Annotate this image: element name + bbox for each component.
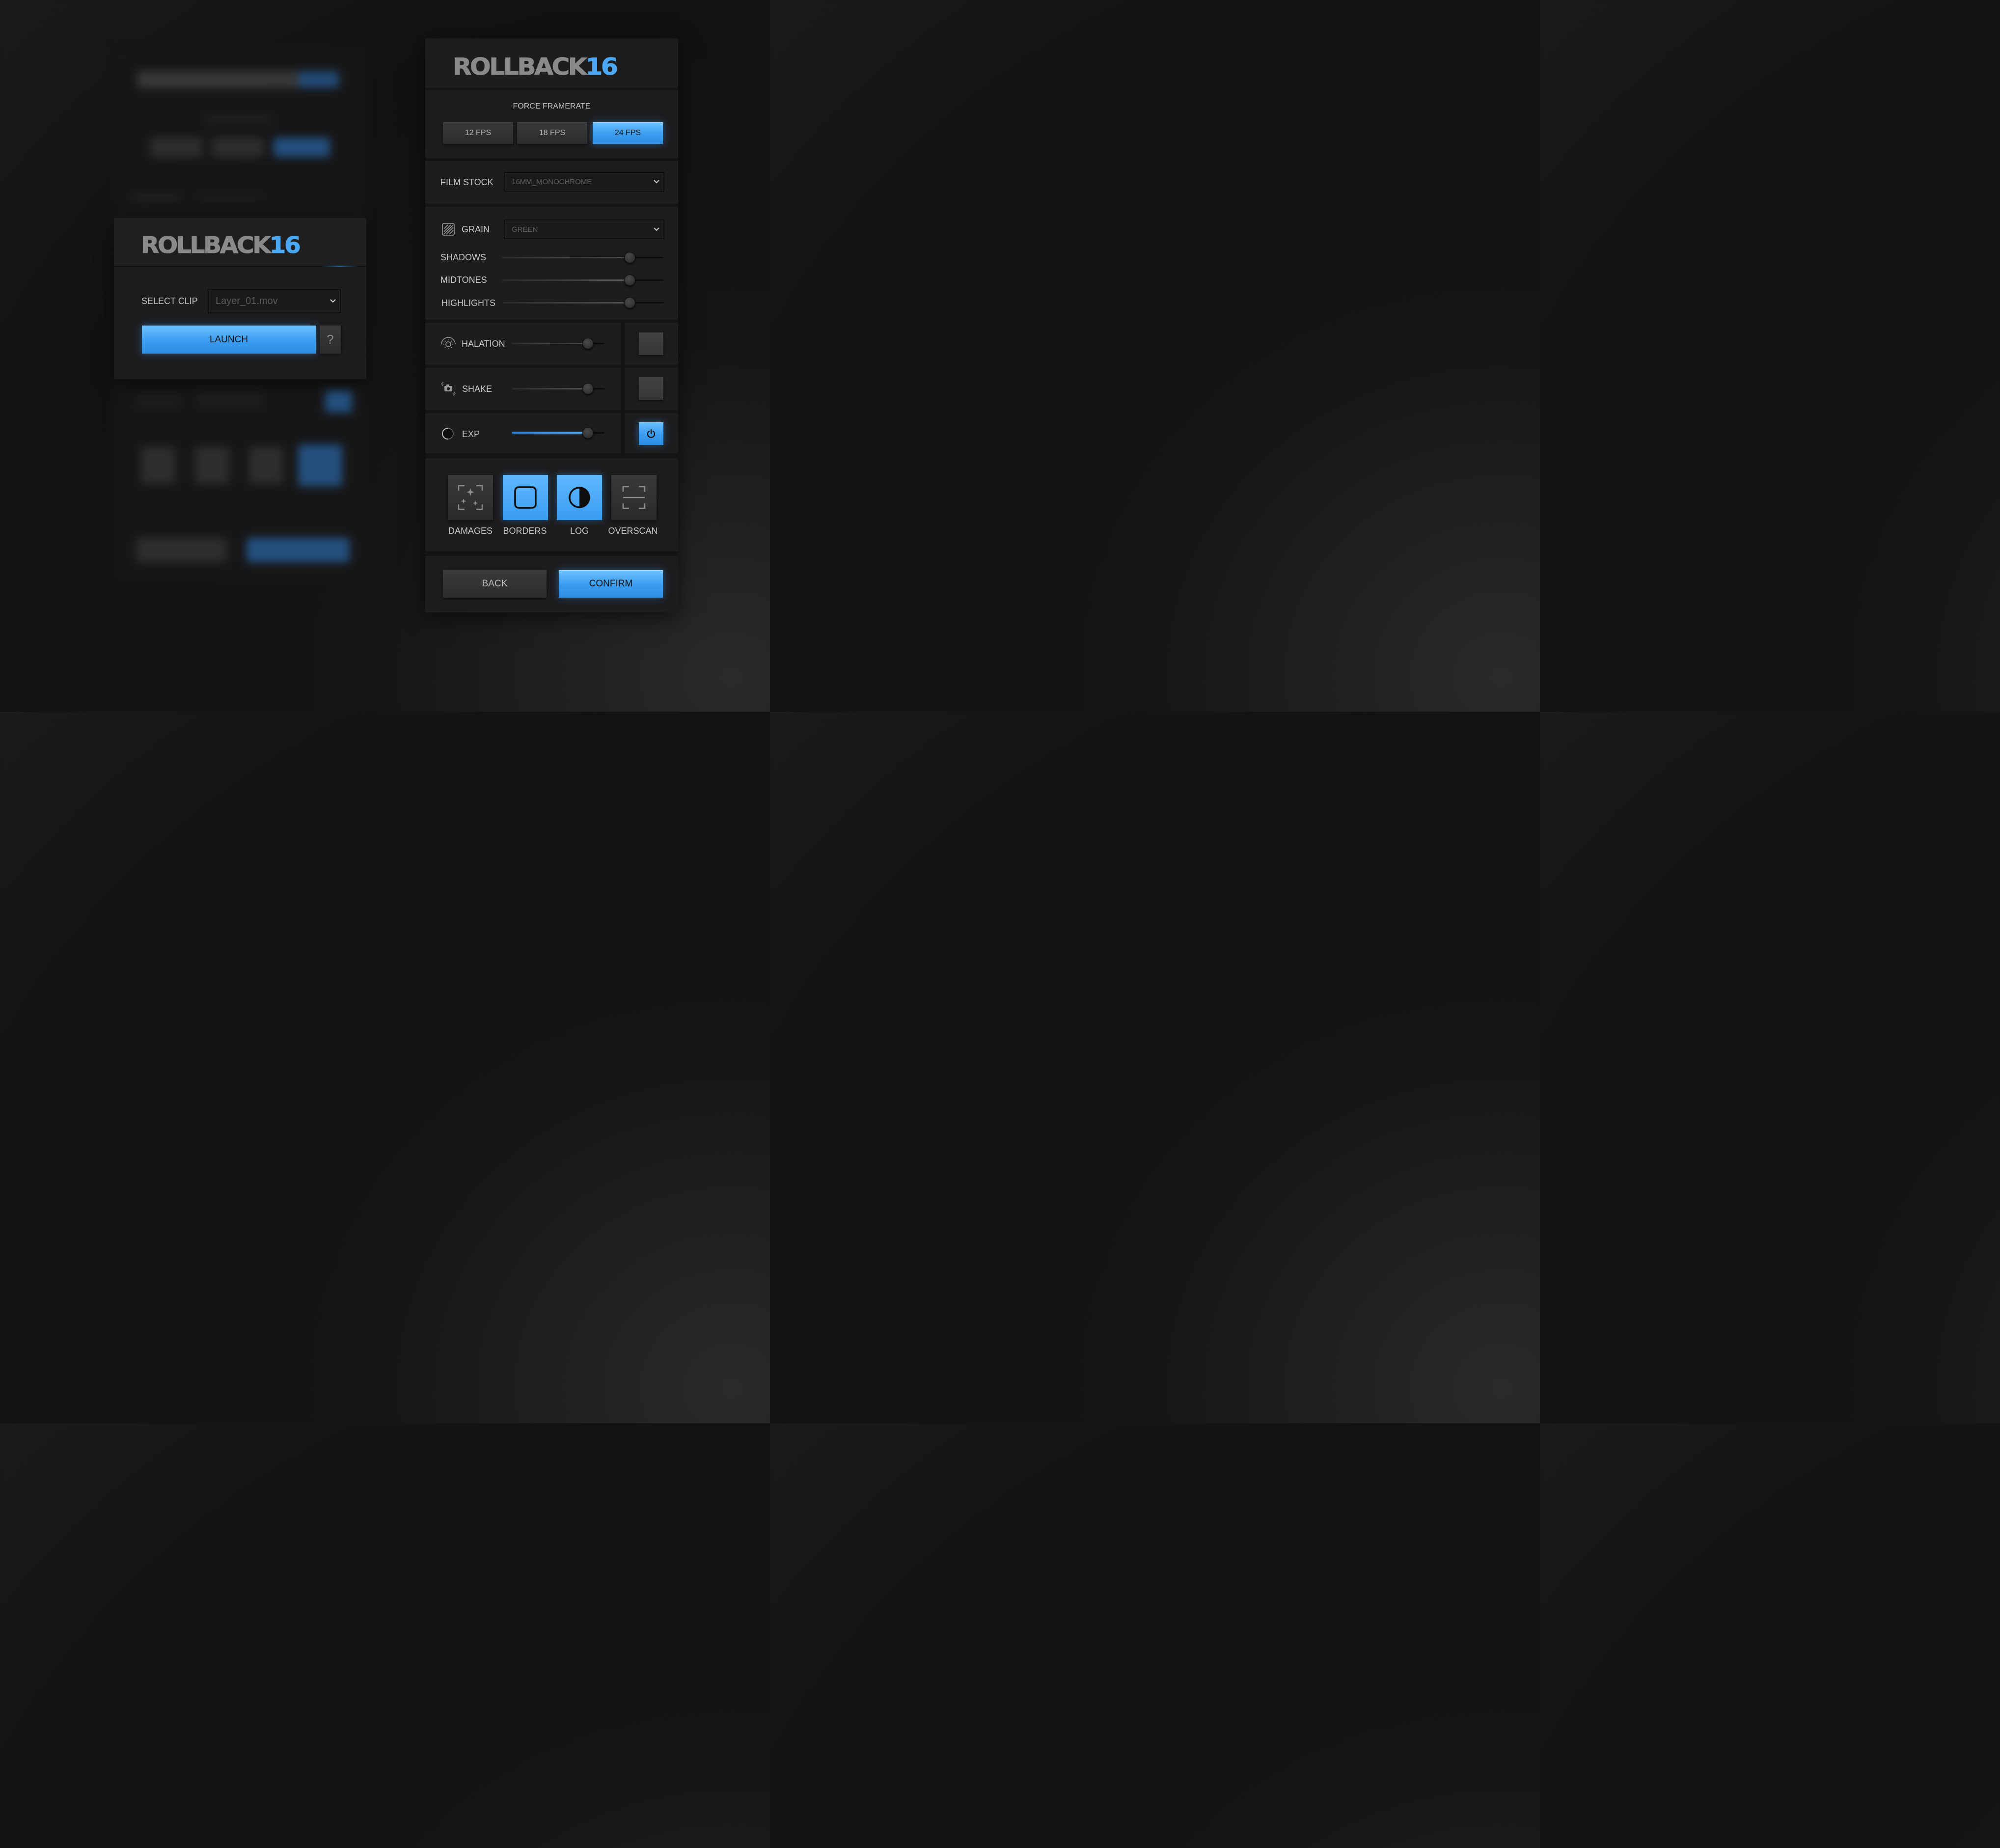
logo-number: 16 <box>269 232 301 259</box>
slider-knob[interactable] <box>582 427 594 439</box>
halation-slider[interactable] <box>512 338 604 349</box>
clip-select-value: Layer_01.mov <box>216 295 278 306</box>
logo: ROLLBACK16 <box>140 232 301 259</box>
grain-label: GRAIN <box>462 224 490 234</box>
midtones-label: MIDTONES <box>440 275 487 285</box>
shake-row: SHAKE <box>425 368 621 410</box>
halation-row: HALATION <box>425 323 621 365</box>
grain-section: GRAIN GREEN SHADOWS MIDTONES HIGHLIGHTS <box>425 207 678 320</box>
camera-shake-icon <box>441 382 456 396</box>
borders-label: BORDERS <box>503 526 547 536</box>
log-label: LOG <box>570 526 589 536</box>
logo-text: ROLLBACK <box>140 232 271 259</box>
exp-toggle-cell <box>625 413 678 453</box>
shake-label: SHAKE <box>462 384 493 394</box>
exposure-icon <box>442 428 454 440</box>
fps-24-button[interactable]: 24 FPS <box>593 122 663 144</box>
back-button[interactable]: BACK <box>443 570 547 598</box>
overscan-label: OVERSCAN <box>608 526 658 536</box>
film-stock-value: 16MM_MONOCHROME <box>512 177 592 186</box>
borders-icon <box>514 486 537 509</box>
borders-button[interactable] <box>503 475 548 520</box>
film-stock-select[interactable]: 16MM_MONOCHROME <box>504 172 664 192</box>
halation-toggle[interactable] <box>639 332 663 355</box>
highlights-label: HIGHLIGHTS <box>441 298 496 308</box>
toggles-section: DAMAGES BORDERS LOG OVERSCAN <box>425 458 678 551</box>
slider-knob[interactable] <box>582 383 594 394</box>
launcher-panel: ROLLBACK16 SELECT CLIP Layer_01.mov LAUN… <box>114 218 366 379</box>
halation-toggle-cell <box>625 323 678 365</box>
settings-panel: ROLLBACK16 FORCE FRAMERATE 12 FPS 18 FPS… <box>425 38 678 612</box>
confirm-button[interactable]: CONFIRM <box>559 570 663 598</box>
launcher-header: ROLLBACK16 <box>114 218 366 267</box>
select-clip-label: SELECT CLIP <box>141 296 198 306</box>
framerate-section: FORCE FRAMERATE 12 FPS 18 FPS 24 FPS <box>425 90 678 158</box>
overscan-button[interactable] <box>611 475 657 520</box>
midtones-slider[interactable] <box>502 275 663 286</box>
help-button[interactable]: ? <box>320 326 341 354</box>
launch-button[interactable]: LAUNCH <box>142 326 316 354</box>
grain-icon <box>442 223 455 236</box>
fps-18-button[interactable]: 18 FPS <box>517 122 587 144</box>
damages-label: DAMAGES <box>448 526 493 536</box>
damages-button[interactable] <box>448 475 493 520</box>
settings-header: ROLLBACK16 <box>425 39 678 88</box>
slider-knob[interactable] <box>582 338 594 349</box>
grain-select[interactable]: GREEN <box>504 220 664 239</box>
shake-toggle[interactable] <box>639 377 663 400</box>
log-icon <box>569 487 590 508</box>
exp-power-toggle[interactable] <box>639 422 663 445</box>
film-stock-section: FILM STOCK 16MM_MONOCHROME <box>425 161 678 204</box>
power-icon <box>647 429 656 438</box>
shake-toggle-cell <box>625 368 678 410</box>
clip-select[interactable]: Layer_01.mov <box>208 289 341 313</box>
shadows-slider[interactable] <box>502 252 663 263</box>
exp-slider[interactable] <box>512 427 604 439</box>
grain-value: GREEN <box>512 225 538 234</box>
shadows-label: SHADOWS <box>440 252 487 262</box>
overscan-icon <box>622 486 646 509</box>
exp-row: EXP <box>425 413 621 453</box>
slider-knob[interactable] <box>624 297 635 308</box>
damages-icon <box>458 485 483 510</box>
highlights-slider[interactable] <box>502 297 663 308</box>
film-stock-label: FILM STOCK <box>440 177 493 187</box>
chevron-down-icon <box>650 180 663 184</box>
chevron-down-icon <box>650 227 663 231</box>
shake-slider[interactable] <box>512 383 604 394</box>
log-button[interactable] <box>557 475 602 520</box>
framerate-title: FORCE FRAMERATE <box>513 102 591 110</box>
logo-text: ROLLBACK <box>452 54 587 81</box>
chevron-down-icon <box>326 299 340 303</box>
slider-knob[interactable] <box>624 275 635 286</box>
exp-label: EXP <box>462 429 480 439</box>
stage: ROLLBACK16 SELECT CLIP Layer_01.mov LAUN… <box>0 0 770 712</box>
logo-number: 16 <box>585 54 618 81</box>
fps-12-button[interactable]: 12 FPS <box>443 122 513 144</box>
actions-section: BACK CONFIRM <box>425 556 678 612</box>
halation-label: HALATION <box>462 339 505 349</box>
halation-icon <box>441 337 456 349</box>
slider-knob[interactable] <box>624 252 635 263</box>
logo: ROLLBACK16 <box>452 54 618 81</box>
